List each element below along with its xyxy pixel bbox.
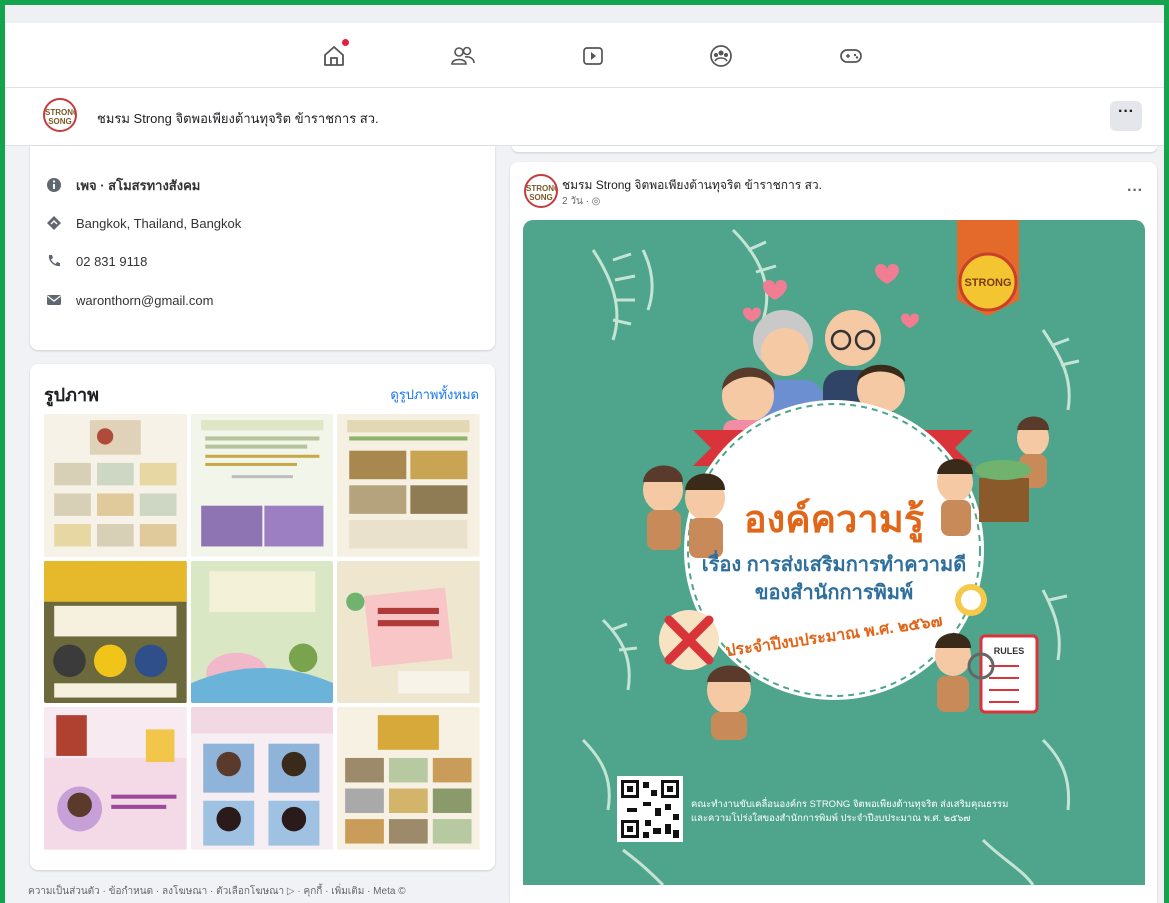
logo-text-bottom: SONG — [48, 117, 72, 126]
phone-text[interactable]: 02 831 9118 — [76, 254, 147, 269]
rules-text: RULES — [994, 646, 1025, 656]
post-more-button[interactable]: ··· — [1127, 182, 1143, 200]
photo-thumbnail[interactable] — [190, 414, 334, 557]
email-icon — [44, 290, 64, 310]
photo-thumbnail[interactable] — [337, 560, 480, 704]
photo-thumbnail[interactable] — [44, 560, 187, 704]
logo-text-top: STRONG — [45, 108, 77, 117]
photo-thumbnail[interactable] — [190, 707, 334, 850]
watch-icon[interactable] — [578, 41, 608, 71]
post-timestamp[interactable]: 2 วัน · ◎ — [562, 194, 600, 209]
phone-icon — [44, 251, 64, 271]
photo-thumbnail[interactable] — [190, 560, 334, 704]
info-icon — [44, 175, 64, 195]
footer-links[interactable]: ความเป็นส่วนตัว · ข้อกำหนด · ลงโฆษณา · ต… — [28, 884, 406, 899]
post-author-avatar[interactable]: STRONG SONG — [524, 174, 558, 208]
page-header-bar: STRONG SONG ชมรม Strong จิตพอเพียงต้านทุ… — [5, 88, 1164, 146]
intro-card: เพจ · สโมสรทางสังคม Bangkok, Thailand, B… — [30, 146, 495, 350]
photo-grid — [44, 414, 480, 850]
previous-card-edge — [512, 146, 1157, 152]
more-options-button[interactable]: ··· — [1110, 101, 1142, 131]
notification-dot — [342, 39, 349, 46]
post-card: STRONG SONG ชมรม Strong จิตพอเพียงต้านทุ… — [510, 162, 1157, 903]
post-image[interactable]: STRONG RULES องค์ความรู้ เรื่อง การส่งเส… — [523, 220, 1145, 885]
address-row: Bangkok, Thailand, Bangkok — [44, 212, 241, 234]
photo-thumbnail[interactable] — [337, 414, 480, 557]
post-author-name[interactable]: ชมรม Strong จิตพอเพียงต้านทุจริต ข้าราชก… — [562, 176, 822, 195]
page-logo[interactable]: STRONG SONG — [43, 98, 77, 132]
page-name[interactable]: ชมรม Strong จิตพอเพียงต้านทุจริต ข้าราชก… — [97, 108, 379, 129]
photos-title: รูปภาพ — [44, 385, 99, 405]
photo-thumbnail[interactable] — [44, 707, 187, 850]
photos-card: รูปภาพ ดูรูปภาพทั้งหมด — [30, 364, 495, 870]
photo-thumbnail[interactable] — [44, 414, 187, 557]
phone-row: 02 831 9118 — [44, 250, 147, 272]
gaming-icon[interactable] — [836, 41, 866, 71]
email-text[interactable]: waronthorn@gmail.com — [76, 293, 213, 308]
location-icon — [44, 213, 64, 233]
logo-text-top: STRONG — [526, 184, 558, 193]
logo-text-bottom: SONG — [529, 193, 553, 202]
top-strip — [5, 5, 1164, 23]
category-text[interactable]: เพจ · สโมสรทางสังคม — [76, 175, 200, 196]
category-row: เพจ · สโมสรทางสังคม — [44, 174, 200, 196]
see-all-photos-link[interactable]: ดูรูปภาพทั้งหมด — [390, 384, 479, 405]
poster-title: องค์ความรู้ — [743, 499, 925, 541]
badge-text: STRONG — [964, 277, 1011, 289]
address-text[interactable]: Bangkok, Thailand, Bangkok — [76, 216, 241, 231]
home-icon[interactable] — [319, 39, 349, 71]
friends-icon[interactable] — [448, 41, 478, 71]
photo-thumbnail[interactable] — [337, 707, 480, 850]
groups-icon[interactable] — [706, 41, 736, 71]
poster-caption-line1: คณะทำงานขับเคลื่อนองค์กร STRONG จิตพอเพี… — [691, 799, 1009, 810]
poster-caption-line2: และความโปร่งใสของสำนักการพิมพ์ ประจำปีงบ… — [691, 813, 971, 824]
top-navigation — [5, 23, 1164, 88]
email-row: waronthorn@gmail.com — [44, 289, 213, 311]
